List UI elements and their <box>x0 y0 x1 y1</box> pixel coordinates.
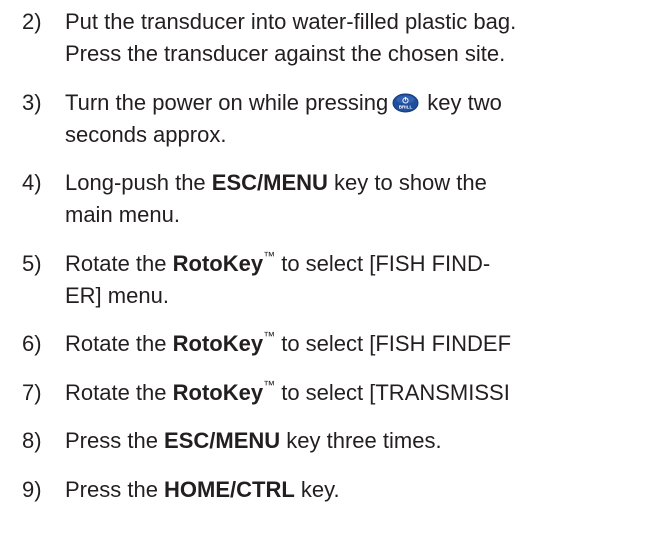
step-text: Rotate the RotoKey™ to select [TRANSMISS… <box>65 377 510 409</box>
step-text-after: to select [FISH FINDEF <box>275 331 512 356</box>
step-text-before: Rotate the <box>65 250 173 276</box>
step-number: 2) <box>22 9 42 34</box>
trademark-symbol: ™ <box>263 329 276 343</box>
step-text-after: key. <box>294 476 340 502</box>
key-name: RotoKey <box>172 379 264 405</box>
step-line-1: Rotate the RotoKey™ to select [FISH FIND… <box>65 248 490 280</box>
trademark-symbol: ™ <box>263 248 276 263</box>
key-name: RotoKey <box>172 250 264 276</box>
step-text-before: Turn the power on while pressing <box>65 89 389 115</box>
step-text: Press the ESC/MENU key three times. <box>65 425 442 457</box>
step-line-1: Press the ESC/MENU key three times. <box>65 425 442 457</box>
step-text-after: key two <box>427 89 502 115</box>
step-text: Put the transducer into water-filled pla… <box>65 6 516 70</box>
step-line-1: Rotate the RotoKey™ to select [FISH FIND… <box>65 328 511 360</box>
step-line-1: Put the transducer into water-filled pla… <box>65 9 517 34</box>
step-number: 6) <box>22 331 42 356</box>
step-text-before: Long-push the <box>65 170 212 195</box>
step-text-before: Press the <box>65 428 165 453</box>
key-name: ESC/MENU <box>211 170 328 195</box>
step-line-1: Press the HOME/CTRL key. <box>65 474 340 506</box>
brill-key-label: BRILL <box>399 104 413 109</box>
step-number: 3) <box>22 89 42 115</box>
key-name: RotoKey <box>172 331 264 356</box>
step-line-1: Turn the power on while pressing BRILL key… <box>65 87 502 119</box>
step-line-2: Press the transducer against the chosen … <box>65 41 506 66</box>
trademark-symbol: ™ <box>263 377 276 392</box>
step-text-before: Press the <box>65 476 165 502</box>
step-text-before: Rotate the <box>65 379 173 405</box>
step-number: 9) <box>22 476 42 502</box>
brill-key-icon: BRILL <box>392 93 419 112</box>
step-text-after: key to show the <box>327 170 487 195</box>
step-text-after: to select [FISH FIND- <box>275 250 491 276</box>
step-line-1: Long-push the ESC/MENU key to show the <box>65 167 487 199</box>
key-name: HOME/CTRL <box>164 476 295 502</box>
step-text-before: Rotate the <box>65 331 173 356</box>
step-line-1: Rotate the RotoKey™ to select [TRANSMISS… <box>65 377 510 409</box>
key-name: ESC/MENU <box>164 428 281 453</box>
step-text: Long-push the ESC/MENU key to show the m… <box>65 167 487 231</box>
step-line-2: seconds approx. <box>65 121 227 147</box>
step-line-2: ER] menu. <box>65 282 169 308</box>
step-text: Press the HOME/CTRL key. <box>65 474 340 506</box>
step-number: 4) <box>22 170 42 195</box>
step-text: Turn the power on while pressing BRILL key… <box>65 87 502 151</box>
step-number: 7) <box>22 379 42 405</box>
step-number: 8) <box>22 428 42 453</box>
step-text-after: to select [TRANSMISSI <box>275 379 510 405</box>
step-text: Rotate the RotoKey™ to select [FISH FIND… <box>65 248 490 312</box>
step-number: 5) <box>22 250 42 276</box>
step-text: Rotate the RotoKey™ to select [FISH FIND… <box>65 328 511 360</box>
step-line-2: main menu. <box>65 202 180 227</box>
step-text-after: key three times. <box>280 428 442 453</box>
